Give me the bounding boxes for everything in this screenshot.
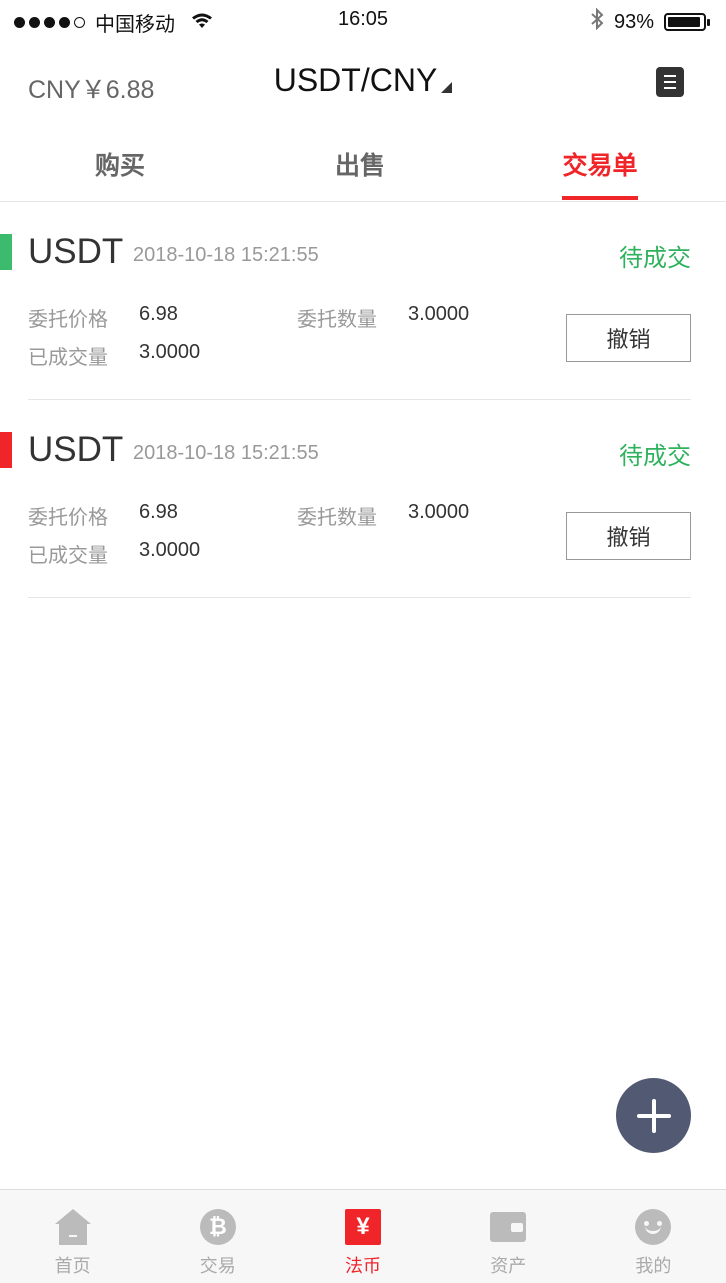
pair-label: USDT/CNY xyxy=(273,62,438,98)
active-tab-underline xyxy=(562,196,638,200)
filled-label: 已成交量 xyxy=(28,347,108,369)
order-coin: USDT xyxy=(28,232,124,271)
trade-tabs: 购买 出售 交易单 xyxy=(0,130,726,202)
nav-item-trade[interactable]: ₿ 交易 xyxy=(145,1190,290,1283)
wallet-icon xyxy=(489,1208,527,1246)
tab-sell[interactable]: 出售 xyxy=(300,146,420,182)
plus-icon-vertical xyxy=(651,1098,656,1133)
price-label: 委托价格 xyxy=(28,309,108,331)
battery-percent: 93% xyxy=(613,10,654,33)
nav-label: 法币 xyxy=(345,1256,381,1276)
bluetooth-icon xyxy=(590,7,604,36)
nav-item-profile[interactable]: 我的 xyxy=(581,1190,726,1283)
order-indicator xyxy=(0,234,12,270)
order-status: 待成交 xyxy=(619,245,691,272)
add-order-button[interactable] xyxy=(616,1078,691,1153)
menu-icon-line xyxy=(664,87,676,89)
order-coin: USDT xyxy=(28,430,124,469)
nav-label: 首页 xyxy=(54,1256,91,1276)
dropdown-caret-icon xyxy=(441,82,453,93)
order-status: 待成交 xyxy=(619,443,691,470)
tab-orders[interactable]: 交易单 xyxy=(540,146,660,182)
nav-item-home[interactable]: 首页 xyxy=(0,1190,145,1283)
price-value: 6.98 xyxy=(139,501,178,523)
tab-buy[interactable]: 购买 xyxy=(60,146,180,182)
order-datetime: 2018-10-18 15:21:55 xyxy=(133,244,319,266)
bitcoin-icon: ₿ xyxy=(199,1208,237,1246)
menu-icon-line xyxy=(664,81,676,83)
price-value: 6.98 xyxy=(139,303,178,325)
home-icon xyxy=(54,1208,92,1246)
quantity-label: 委托数量 xyxy=(297,309,377,331)
nav-label: 资产 xyxy=(490,1256,527,1276)
order-divider xyxy=(28,597,691,598)
filled-value: 3.0000 xyxy=(139,341,201,363)
pair-selector[interactable]: USDT/CNY xyxy=(0,62,726,99)
status-bar: 中国移动 16:05 93% xyxy=(0,0,726,42)
yen-icon: ¥ xyxy=(344,1208,382,1246)
menu-button[interactable] xyxy=(656,67,684,97)
order-card: USDT 2018-10-18 15:21:55 待成交 委托价格 6.98 委… xyxy=(0,400,726,598)
filled-value: 3.0000 xyxy=(139,539,201,561)
top-header: CNY￥6.88 USDT/CNY xyxy=(0,52,726,116)
cancel-order-button[interactable]: 撤销 xyxy=(566,314,691,362)
nav-item-assets[interactable]: 资产 xyxy=(436,1190,581,1283)
filled-label: 已成交量 xyxy=(28,545,108,567)
order-indicator xyxy=(0,432,12,468)
order-datetime: 2018-10-18 15:21:55 xyxy=(133,442,319,464)
battery-icon xyxy=(664,13,710,31)
status-right: 93% xyxy=(590,7,710,36)
profile-icon xyxy=(634,1208,672,1246)
bottom-nav: 首页 ₿ 交易 ¥ 法币 资产 我的 xyxy=(0,1189,726,1283)
cancel-order-button[interactable]: 撤销 xyxy=(566,512,691,560)
nav-label: 我的 xyxy=(635,1256,672,1276)
price-label: 委托价格 xyxy=(28,507,108,529)
nav-item-fiat[interactable]: ¥ 法币 xyxy=(290,1190,435,1283)
quantity-value: 3.0000 xyxy=(408,501,470,523)
nav-label: 交易 xyxy=(199,1256,236,1276)
quantity-label: 委托数量 xyxy=(297,507,377,529)
quantity-value: 3.0000 xyxy=(408,303,470,325)
order-card: USDT 2018-10-18 15:21:55 待成交 委托价格 6.98 委… xyxy=(0,202,726,400)
menu-icon-line xyxy=(664,75,676,77)
